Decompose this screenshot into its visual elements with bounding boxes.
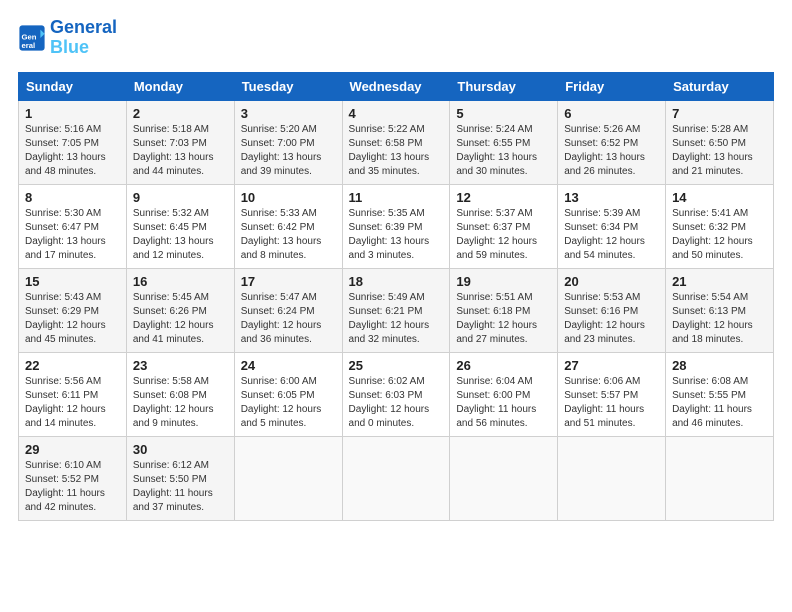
calendar-cell: 30Sunrise: 6:12 AMSunset: 5:50 PMDayligh… [126, 436, 234, 520]
calendar-cell [450, 436, 558, 520]
calendar-cell: 2Sunrise: 5:18 AMSunset: 7:03 PMDaylight… [126, 100, 234, 184]
weekday-header-sunday: Sunday [19, 72, 127, 100]
weekday-header-monday: Monday [126, 72, 234, 100]
calendar-cell: 16Sunrise: 5:45 AMSunset: 6:26 PMDayligh… [126, 268, 234, 352]
calendar-cell: 28Sunrise: 6:08 AMSunset: 5:55 PMDayligh… [666, 352, 774, 436]
calendar-cell: 7Sunrise: 5:28 AMSunset: 6:50 PMDaylight… [666, 100, 774, 184]
calendar-cell: 11Sunrise: 5:35 AMSunset: 6:39 PMDayligh… [342, 184, 450, 268]
calendar-week-3: 15Sunrise: 5:43 AMSunset: 6:29 PMDayligh… [19, 268, 774, 352]
calendar-table: SundayMondayTuesdayWednesdayThursdayFrid… [18, 72, 774, 521]
svg-text:Gen: Gen [22, 32, 37, 41]
calendar-cell [342, 436, 450, 520]
calendar-week-1: 1Sunrise: 5:16 AMSunset: 7:05 PMDaylight… [19, 100, 774, 184]
weekday-header-friday: Friday [558, 72, 666, 100]
calendar-cell: 9Sunrise: 5:32 AMSunset: 6:45 PMDaylight… [126, 184, 234, 268]
calendar-cell: 17Sunrise: 5:47 AMSunset: 6:24 PMDayligh… [234, 268, 342, 352]
calendar-cell: 1Sunrise: 5:16 AMSunset: 7:05 PMDaylight… [19, 100, 127, 184]
calendar-cell [666, 436, 774, 520]
calendar-cell: 23Sunrise: 5:58 AMSunset: 6:08 PMDayligh… [126, 352, 234, 436]
weekday-header-tuesday: Tuesday [234, 72, 342, 100]
calendar-cell: 29Sunrise: 6:10 AMSunset: 5:52 PMDayligh… [19, 436, 127, 520]
weekday-header-thursday: Thursday [450, 72, 558, 100]
weekday-header-row: SundayMondayTuesdayWednesdayThursdayFrid… [19, 72, 774, 100]
calendar-cell: 3Sunrise: 5:20 AMSunset: 7:00 PMDaylight… [234, 100, 342, 184]
calendar-cell: 14Sunrise: 5:41 AMSunset: 6:32 PMDayligh… [666, 184, 774, 268]
calendar-cell: 15Sunrise: 5:43 AMSunset: 6:29 PMDayligh… [19, 268, 127, 352]
page-header: Gen eral GeneralBlue [18, 18, 774, 58]
calendar-cell: 22Sunrise: 5:56 AMSunset: 6:11 PMDayligh… [19, 352, 127, 436]
calendar-cell: 27Sunrise: 6:06 AMSunset: 5:57 PMDayligh… [558, 352, 666, 436]
calendar-cell [558, 436, 666, 520]
calendar-cell: 24Sunrise: 6:00 AMSunset: 6:05 PMDayligh… [234, 352, 342, 436]
weekday-header-saturday: Saturday [666, 72, 774, 100]
svg-text:eral: eral [22, 41, 36, 50]
calendar-cell: 4Sunrise: 5:22 AMSunset: 6:58 PMDaylight… [342, 100, 450, 184]
calendar-cell: 18Sunrise: 5:49 AMSunset: 6:21 PMDayligh… [342, 268, 450, 352]
calendar-cell: 19Sunrise: 5:51 AMSunset: 6:18 PMDayligh… [450, 268, 558, 352]
calendar-cell: 10Sunrise: 5:33 AMSunset: 6:42 PMDayligh… [234, 184, 342, 268]
calendar-cell: 21Sunrise: 5:54 AMSunset: 6:13 PMDayligh… [666, 268, 774, 352]
calendar-cell [234, 436, 342, 520]
calendar-cell: 25Sunrise: 6:02 AMSunset: 6:03 PMDayligh… [342, 352, 450, 436]
calendar-cell: 8Sunrise: 5:30 AMSunset: 6:47 PMDaylight… [19, 184, 127, 268]
logo: Gen eral GeneralBlue [18, 18, 117, 58]
calendar-cell: 26Sunrise: 6:04 AMSunset: 6:00 PMDayligh… [450, 352, 558, 436]
calendar-week-4: 22Sunrise: 5:56 AMSunset: 6:11 PMDayligh… [19, 352, 774, 436]
calendar-cell: 6Sunrise: 5:26 AMSunset: 6:52 PMDaylight… [558, 100, 666, 184]
calendar-cell: 13Sunrise: 5:39 AMSunset: 6:34 PMDayligh… [558, 184, 666, 268]
calendar-week-2: 8Sunrise: 5:30 AMSunset: 6:47 PMDaylight… [19, 184, 774, 268]
calendar-page: Gen eral GeneralBlue SundayMondayTuesday… [0, 0, 792, 612]
logo-icon: Gen eral [18, 24, 46, 52]
calendar-cell: 20Sunrise: 5:53 AMSunset: 6:16 PMDayligh… [558, 268, 666, 352]
weekday-header-wednesday: Wednesday [342, 72, 450, 100]
calendar-week-5: 29Sunrise: 6:10 AMSunset: 5:52 PMDayligh… [19, 436, 774, 520]
logo-text: GeneralBlue [50, 18, 117, 58]
calendar-cell: 12Sunrise: 5:37 AMSunset: 6:37 PMDayligh… [450, 184, 558, 268]
calendar-cell: 5Sunrise: 5:24 AMSunset: 6:55 PMDaylight… [450, 100, 558, 184]
